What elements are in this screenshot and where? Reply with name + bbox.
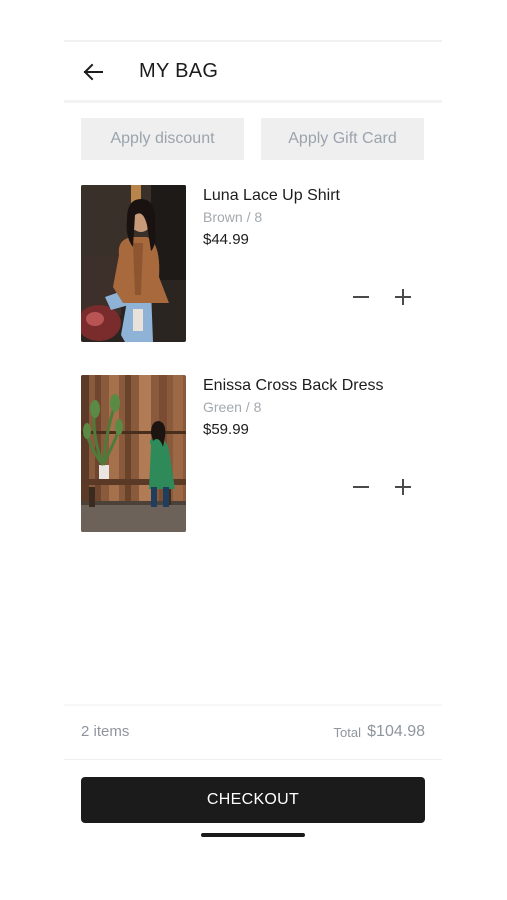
product-variant: Brown / 8 xyxy=(203,209,263,225)
checkout-button[interactable]: CHECKOUT xyxy=(81,777,425,823)
minus-icon xyxy=(353,296,369,298)
product-price: $44.99 xyxy=(203,231,249,248)
increase-quantity-button[interactable] xyxy=(391,475,415,499)
cart-screen: MY BAG Apply discount Apply Gift Card Lu… xyxy=(64,40,442,900)
total-value: $104.98 xyxy=(367,723,425,740)
apply-discount-button[interactable]: Apply discount xyxy=(81,118,244,160)
back-button[interactable] xyxy=(80,60,106,84)
decrease-quantity-button[interactable] xyxy=(349,285,373,309)
cart-item: Luna Lace Up Shirt Brown / 8 $44.99 xyxy=(81,185,425,343)
summary-divider-top xyxy=(64,704,442,706)
summary-divider-bottom xyxy=(64,759,442,760)
product-image[interactable] xyxy=(81,185,186,342)
cart-summary: 2 items Total $104.98 xyxy=(81,721,425,745)
cart-item: Enissa Cross Back Dress Green / 8 $59.99 xyxy=(81,375,425,533)
model-in-brown-shirt-photo xyxy=(81,185,186,342)
header-divider xyxy=(64,100,442,103)
arrow-left-icon xyxy=(83,63,103,81)
increase-quantity-button[interactable] xyxy=(391,285,415,309)
apply-gift-card-button[interactable]: Apply Gift Card xyxy=(261,118,424,160)
minus-icon xyxy=(353,486,369,488)
plus-icon xyxy=(395,479,411,495)
app-header: MY BAG xyxy=(64,42,442,100)
product-name[interactable]: Enissa Cross Back Dress xyxy=(203,377,384,395)
action-row: Apply discount Apply Gift Card xyxy=(81,118,425,160)
total-label: Total xyxy=(333,725,361,740)
home-indicator[interactable] xyxy=(201,833,305,837)
page-title: MY BAG xyxy=(139,60,219,82)
decrease-quantity-button[interactable] xyxy=(349,475,373,499)
product-image[interactable] xyxy=(81,375,186,532)
plus-icon xyxy=(395,289,411,305)
model-in-green-dress-photo xyxy=(81,375,186,532)
product-price: $59.99 xyxy=(203,421,249,438)
product-variant: Green / 8 xyxy=(203,399,262,415)
item-count: 2 items xyxy=(81,723,130,740)
product-name[interactable]: Luna Lace Up Shirt xyxy=(203,187,340,205)
